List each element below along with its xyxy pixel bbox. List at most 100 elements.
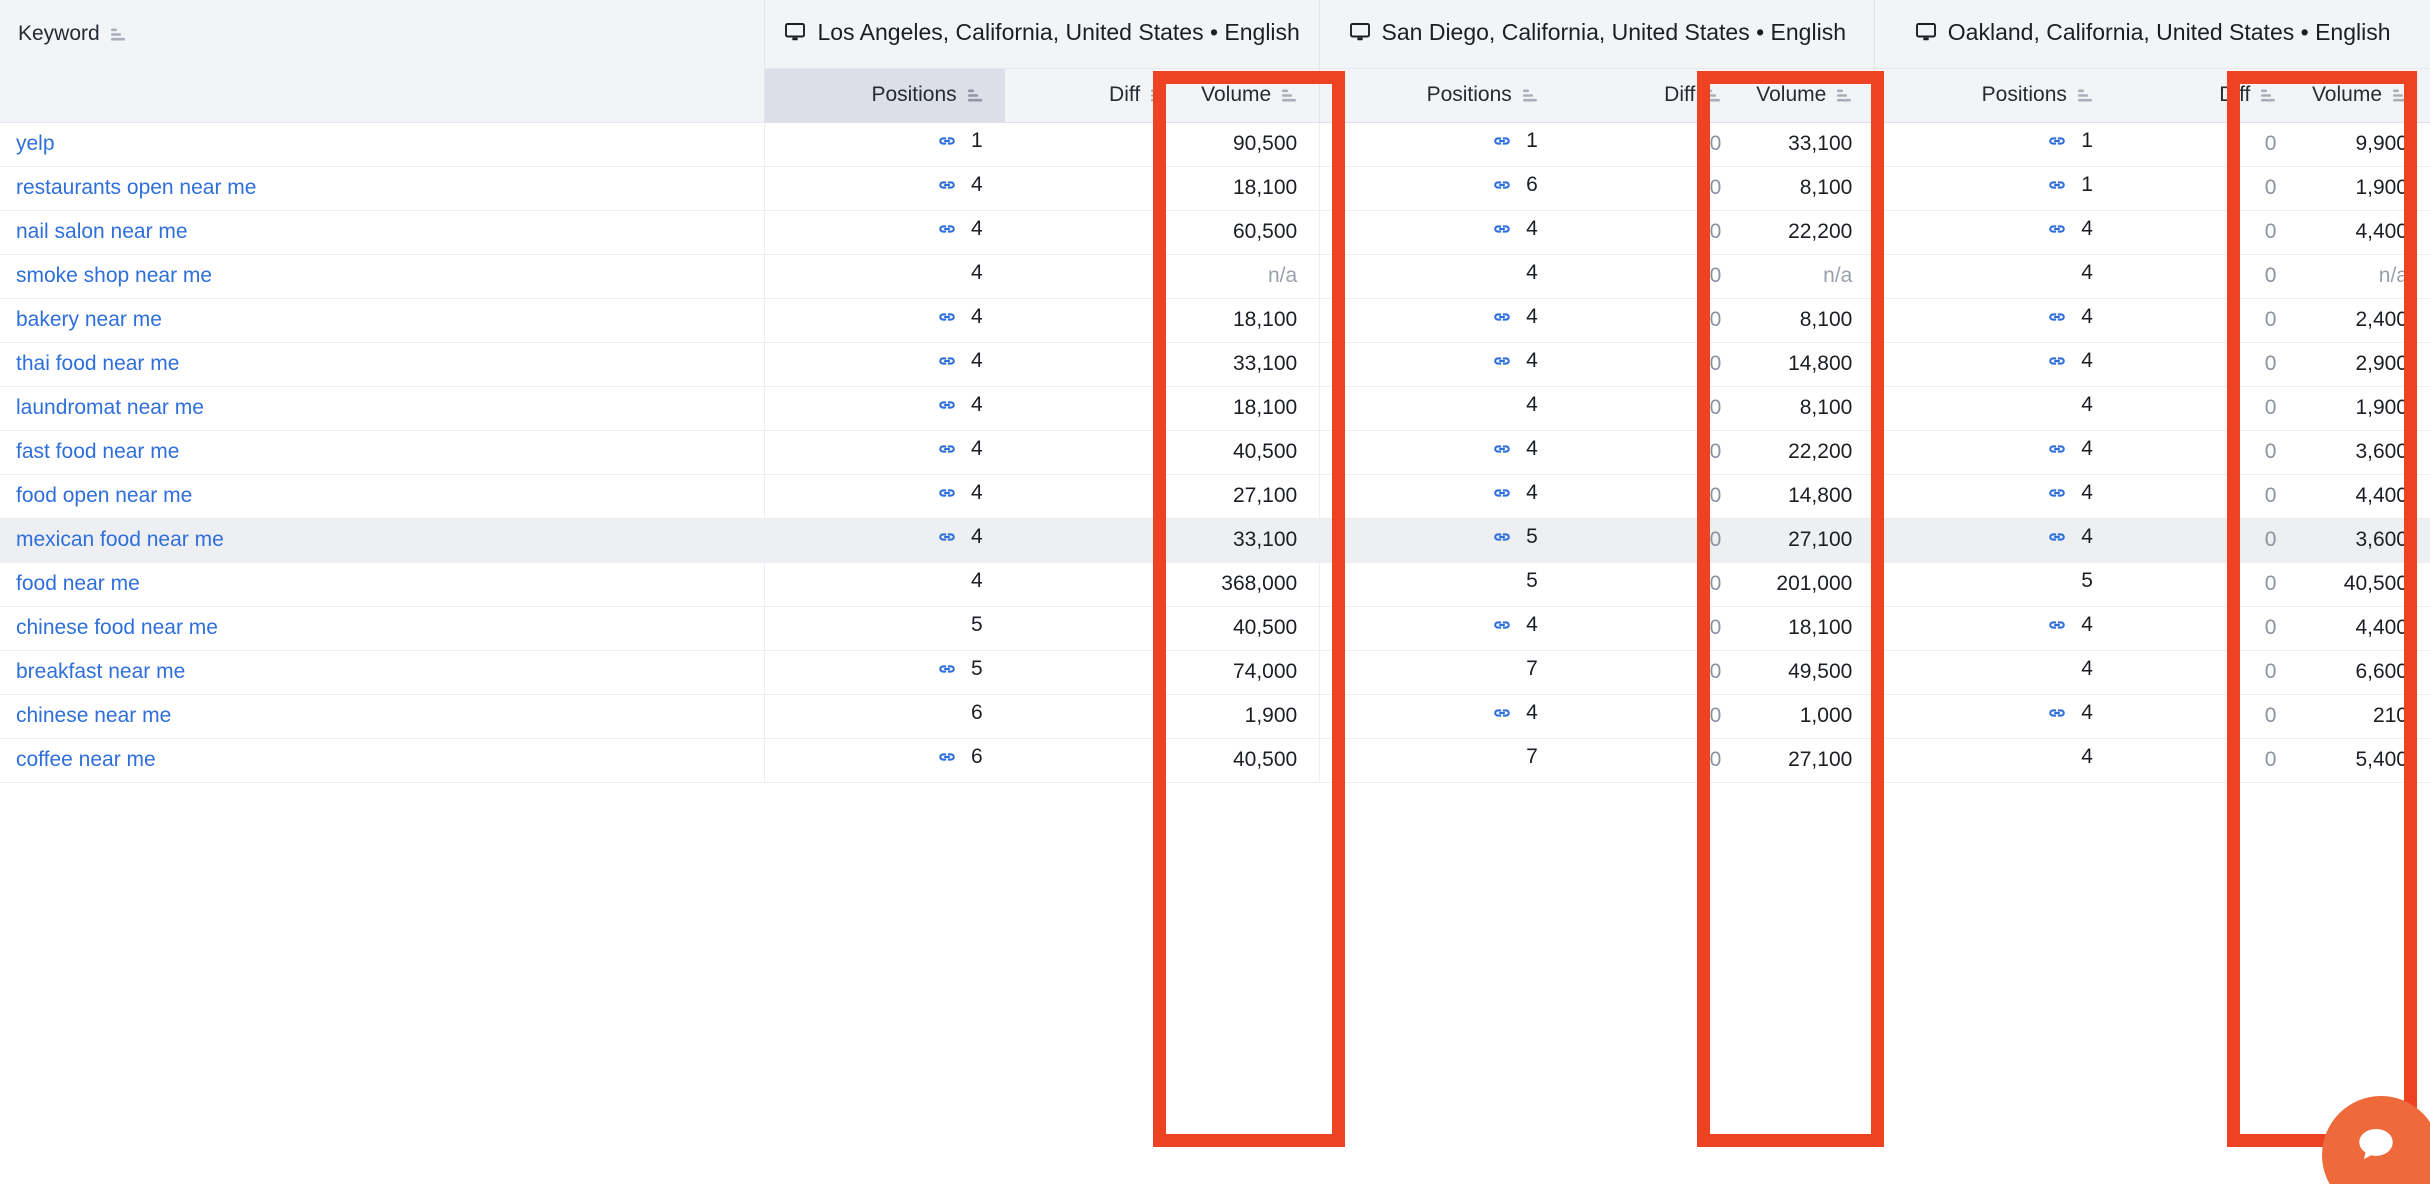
location-header-san-diego[interactable]: San Diego, California, United States • E… [1319, 0, 1875, 69]
table-row[interactable]: food open near me 4 0 27,100 4 0 14,800 4 0 4,400 [0, 474, 2430, 519]
sort-icon[interactable] [1521, 87, 1538, 104]
link-icon[interactable] [935, 437, 959, 461]
link-icon[interactable] [2045, 437, 2069, 461]
position-value: 4 [970, 261, 983, 284]
table-row[interactable]: bakery near me 4 0 18,100 4 0 8,100 4 0 2,400 [0, 298, 2430, 343]
sort-icon[interactable] [2259, 87, 2276, 104]
sort-icon[interactable] [1149, 87, 1166, 104]
volume-cell: 60,500 [1188, 210, 1320, 255]
diff-cell: 0 [1004, 562, 1189, 607]
keyword-link[interactable]: food near me [16, 572, 140, 595]
table-row[interactable]: breakfast near me 5 0 74,000 7 0 49,500 4 0 6,600 [0, 650, 2430, 695]
link-icon[interactable] [935, 481, 959, 505]
link-icon[interactable] [2045, 217, 2069, 241]
table-row[interactable]: smoke shop near me 4 0 n/a 4 0 n/a 4 0 n/a [0, 254, 2430, 299]
table-row[interactable]: nail salon near me 4 0 60,500 4 0 22,200 4 0 4,40… [0, 210, 2430, 255]
link-icon[interactable] [1490, 437, 1514, 461]
keyword-link[interactable]: breakfast near me [16, 660, 185, 683]
link-icon[interactable] [935, 525, 959, 549]
column-header-diff-san-diego[interactable]: Diff [1559, 68, 1744, 123]
link-icon[interactable] [2045, 349, 2069, 373]
keyword-column-header[interactable]: Keyword [0, 0, 765, 123]
diff-cell: 0 [1559, 386, 1744, 431]
location-header-oakland[interactable]: Oakland, California, United States • Eng… [1874, 0, 2430, 69]
sort-icon[interactable] [966, 87, 983, 104]
sort-icon[interactable] [1280, 87, 1297, 104]
table-row[interactable]: food near me 4 0 368,000 5 0 201,000 5 0 40,500 [0, 562, 2430, 607]
link-icon[interactable] [935, 217, 959, 241]
table-row[interactable]: chinese near me 6 0 1,900 4 0 1,000 4 0 210 [0, 694, 2430, 739]
link-icon[interactable] [2045, 701, 2069, 725]
column-header-diff-los-angeles[interactable]: Diff [1004, 68, 1189, 123]
link-icon[interactable] [935, 745, 959, 769]
link-icon[interactable] [1490, 173, 1514, 197]
keyword-link[interactable]: laundromat near me [16, 396, 204, 419]
link-icon[interactable] [935, 349, 959, 373]
diff-cell: 0 [2114, 254, 2299, 299]
sort-icon[interactable] [2076, 87, 2093, 104]
link-icon[interactable] [1490, 613, 1514, 637]
keyword-link[interactable]: coffee near me [16, 748, 156, 771]
volume-cell: n/a [1743, 254, 1875, 299]
table-row[interactable]: laundromat near me 4 0 18,100 4 0 8,100 4 0 1,900 [0, 386, 2430, 431]
link-icon[interactable] [1490, 701, 1514, 725]
table-row[interactable]: chinese food near me 5 0 40,500 4 0 18,100 4 0 4,… [0, 606, 2430, 651]
volume-cell: n/a [2298, 254, 2430, 299]
link-icon[interactable] [2045, 525, 2069, 549]
volume-cell: 6,600 [2298, 650, 2430, 695]
position-cell: 4 [1319, 606, 1560, 651]
link-icon[interactable] [2045, 173, 2069, 197]
table-row[interactable]: thai food near me 4 0 33,100 4 0 14,800 4 0 2,900 [0, 342, 2430, 387]
link-icon[interactable] [2045, 613, 2069, 637]
keyword-link[interactable]: fast food near me [16, 440, 179, 463]
position-value: 4 [1526, 217, 1538, 240]
link-icon[interactable] [2045, 481, 2069, 505]
keyword-link[interactable]: chinese food near me [16, 616, 218, 639]
table-head: Keyword Los Angeles, California, United … [0, 0, 2430, 123]
link-icon[interactable] [1490, 305, 1514, 329]
column-header-positions-san-diego[interactable]: Positions [1319, 68, 1560, 123]
link-icon[interactable] [1490, 217, 1514, 241]
link-icon[interactable] [1490, 129, 1514, 153]
link-icon[interactable] [935, 393, 959, 417]
location-header-los-angeles[interactable]: Los Angeles, California, United States •… [764, 0, 1320, 69]
table-row[interactable]: restaurants open near me 4 0 18,100 6 0 8,100 1… [0, 166, 2430, 211]
link-icon[interactable] [2045, 129, 2069, 153]
column-header-volume-los-angeles[interactable]: Volume [1188, 68, 1320, 123]
keyword-link[interactable]: yelp [16, 132, 55, 155]
link-icon[interactable] [935, 129, 959, 153]
keyword-link[interactable]: restaurants open near me [16, 176, 256, 199]
sort-icon[interactable] [109, 26, 126, 43]
keyword-link[interactable]: smoke shop near me [16, 264, 212, 287]
table-row[interactable]: coffee near me 6 0 40,500 7 0 27,100 4 0 5,400 [0, 738, 2430, 783]
chat-widget-button[interactable] [2322, 1096, 2430, 1184]
link-icon[interactable] [2045, 305, 2069, 329]
sort-icon[interactable] [1704, 87, 1721, 104]
sort-icon[interactable] [2391, 87, 2408, 104]
keyword-link[interactable]: mexican food near me [16, 528, 224, 551]
sort-icon[interactable] [1835, 87, 1852, 104]
keyword-link[interactable]: bakery near me [16, 308, 162, 331]
column-header-positions-oakland[interactable]: Positions [1874, 68, 2115, 123]
position-cell: 1 [1874, 122, 2115, 167]
position-value: 4 [2081, 261, 2093, 284]
link-icon[interactable] [935, 173, 959, 197]
link-icon[interactable] [1490, 525, 1514, 549]
keyword-link[interactable]: chinese near me [16, 704, 171, 727]
table-row[interactable]: fast food near me 4 0 40,500 4 0 22,200 4 0 3,600 [0, 430, 2430, 475]
keyword-link[interactable]: food open near me [16, 484, 192, 507]
link-icon[interactable] [935, 305, 959, 329]
link-icon[interactable] [935, 657, 959, 681]
table-row[interactable]: yelp 1 0 90,500 1 0 33,100 1 0 9,900 [0, 122, 2430, 167]
column-header-diff-oakland[interactable]: Diff [2114, 68, 2299, 123]
column-header-volume-san-diego[interactable]: Volume [1743, 68, 1875, 123]
keyword-link[interactable]: thai food near me [16, 352, 179, 375]
column-header-positions-los-angeles[interactable]: Positions [764, 68, 1005, 123]
link-icon[interactable] [1490, 481, 1514, 505]
volume-cell: 49,500 [1743, 650, 1875, 695]
keyword-link[interactable]: nail salon near me [16, 220, 188, 243]
volume-cell: 22,200 [1743, 210, 1875, 255]
column-header-volume-oakland[interactable]: Volume [2298, 68, 2430, 123]
table-row[interactable]: mexican food near me 4 0 33,100 5 0 27,100 4 0 3,… [0, 518, 2430, 563]
link-icon[interactable] [1490, 349, 1514, 373]
